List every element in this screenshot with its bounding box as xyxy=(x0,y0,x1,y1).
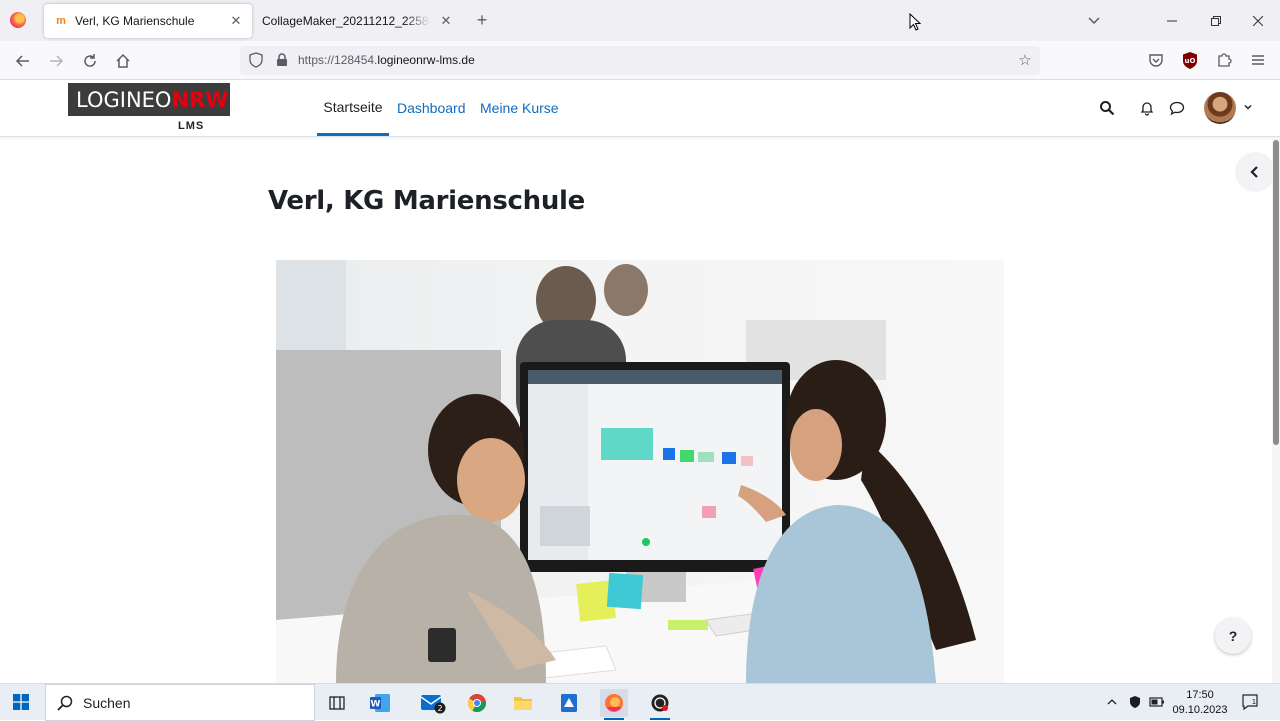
close-icon xyxy=(1253,15,1263,26)
chat-icon[interactable] xyxy=(1169,100,1185,116)
bookmark-star-icon[interactable]: ☆ xyxy=(1016,51,1034,69)
notification-count: 1 xyxy=(1252,698,1256,706)
firefox-menu-icon[interactable] xyxy=(10,12,26,28)
url-domain: logineonrw-lms.de xyxy=(377,53,475,67)
minimize-window-button[interactable] xyxy=(1150,0,1194,41)
taskbar-word[interactable]: W xyxy=(366,689,394,717)
task-view-button[interactable] xyxy=(323,689,351,717)
browser-tab-strip: m Verl, KG Marienschule ✕ CollageMaker_2… xyxy=(0,0,1280,41)
open-drawer-button[interactable] xyxy=(1235,152,1275,192)
mouse-cursor-icon xyxy=(909,13,921,31)
chevron-left-icon xyxy=(1250,166,1258,178)
taskbar-mail[interactable]: 2 xyxy=(419,689,447,717)
tab-label: CollageMaker_20211212_225838520... xyxy=(262,14,430,28)
forward-button[interactable] xyxy=(45,50,67,72)
url-prefix: https://128454. xyxy=(298,53,378,67)
lock-icon[interactable] xyxy=(274,52,290,68)
home-icon xyxy=(116,53,130,68)
minimize-icon xyxy=(1167,20,1177,21)
taskbar-firefox[interactable] xyxy=(600,689,628,720)
document-app-icon xyxy=(561,694,577,712)
ublock-origin-icon[interactable]: uO xyxy=(1182,52,1198,69)
forward-arrow-icon xyxy=(50,55,64,67)
taskbar-screen-recorder[interactable] xyxy=(646,689,674,720)
tab-marienschule[interactable]: m Verl, KG Marienschule ✕ xyxy=(44,4,252,38)
clock-date: 09.10.2023 xyxy=(1172,704,1228,716)
taskbar-app-blue[interactable] xyxy=(555,689,583,717)
site-header: LOGINEONRW LMS Startseite Dashboard Mein… xyxy=(0,80,1280,137)
windows-taskbar: Suchen W 2 17:50 09.10.2023 1 xyxy=(0,683,1280,721)
hero-image xyxy=(276,260,1004,683)
task-view-icon xyxy=(329,696,345,710)
search-icon[interactable] xyxy=(1099,100,1115,116)
nav-startseite[interactable]: Startseite xyxy=(317,80,389,136)
browser-toolbar: https://128454.logineonrw-lms.de ☆ uO xyxy=(0,41,1280,80)
logo-sub-text: LMS xyxy=(178,120,205,132)
url-text: https://128454.logineonrw-lms.de xyxy=(298,53,475,67)
svg-text:W: W xyxy=(371,700,381,710)
taskbar-file-explorer[interactable] xyxy=(509,689,537,717)
mail-badge: 2 xyxy=(437,704,442,713)
restore-icon xyxy=(1211,15,1221,26)
tray-security-icon[interactable] xyxy=(1127,694,1143,710)
svg-text:uO: uO xyxy=(1185,57,1196,65)
taskbar-clock[interactable]: 17:50 09.10.2023 xyxy=(1170,688,1230,718)
new-tab-button[interactable]: + xyxy=(472,10,492,30)
office-photo-illustration xyxy=(276,260,1004,683)
tray-chevron-up-icon[interactable] xyxy=(1104,694,1120,710)
chevron-down-icon[interactable] xyxy=(1086,12,1102,28)
chrome-icon xyxy=(467,694,487,713)
page-title: Verl, KG Marienschule xyxy=(268,186,585,216)
search-icon xyxy=(57,695,73,711)
close-window-button[interactable] xyxy=(1236,0,1280,41)
nav-meine-kurse[interactable]: Meine Kurse xyxy=(480,80,559,136)
tab-label: Verl, KG Marienschule xyxy=(75,14,195,28)
logo-accent-text: NRW xyxy=(171,88,229,112)
mail-icon: 2 xyxy=(420,695,446,714)
notification-center-icon[interactable]: 1 xyxy=(1241,693,1259,711)
screen-recorder-icon xyxy=(651,694,669,712)
search-placeholder: Suchen xyxy=(83,694,131,711)
chevron-down-icon[interactable] xyxy=(1243,102,1253,112)
pocket-icon[interactable] xyxy=(1148,52,1164,68)
moodle-icon: m xyxy=(56,15,66,27)
avatar[interactable] xyxy=(1204,92,1236,124)
chevron-up-icon xyxy=(1107,699,1117,705)
extensions-puzzle-icon[interactable] xyxy=(1216,52,1232,68)
home-button[interactable] xyxy=(112,50,134,72)
folder-icon xyxy=(514,697,532,710)
back-button[interactable] xyxy=(12,50,34,72)
tray-battery-icon[interactable] xyxy=(1149,694,1165,710)
nav-dashboard[interactable]: Dashboard xyxy=(397,80,466,136)
logo-wordmark: LOGINEONRW xyxy=(76,88,228,112)
help-button[interactable]: ? xyxy=(1215,618,1251,654)
logo-main-text: LOGINEO xyxy=(76,88,172,112)
restore-window-button[interactable] xyxy=(1194,0,1238,41)
scrollbar-thumb[interactable] xyxy=(1273,140,1279,445)
word-icon: W xyxy=(370,694,390,712)
reload-icon xyxy=(84,54,96,67)
firefox-icon xyxy=(605,694,623,712)
defender-shield-icon xyxy=(1130,696,1140,708)
url-bar[interactable]: https://128454.logineonrw-lms.de ☆ xyxy=(240,46,1040,75)
battery-icon xyxy=(1149,697,1164,707)
tab-collagemaker[interactable]: CollageMaker_20211212_225838520... ✕ xyxy=(254,4,462,38)
hamburger-menu-icon[interactable] xyxy=(1250,52,1266,68)
taskbar-search-box[interactable]: Suchen xyxy=(45,684,315,721)
close-tab-icon[interactable]: ✕ xyxy=(228,13,244,29)
taskbar-chrome[interactable] xyxy=(463,689,491,717)
clock-time: 17:50 xyxy=(1186,689,1214,701)
logineo-logo[interactable]: LOGINEONRW LMS xyxy=(68,83,230,133)
windows-start-icon[interactable] xyxy=(13,694,29,710)
back-arrow-icon xyxy=(15,55,29,67)
bell-icon[interactable] xyxy=(1139,100,1155,116)
tracking-shield-icon[interactable] xyxy=(248,52,264,68)
close-tab-icon[interactable]: ✕ xyxy=(438,13,454,29)
reload-button[interactable] xyxy=(79,50,101,72)
